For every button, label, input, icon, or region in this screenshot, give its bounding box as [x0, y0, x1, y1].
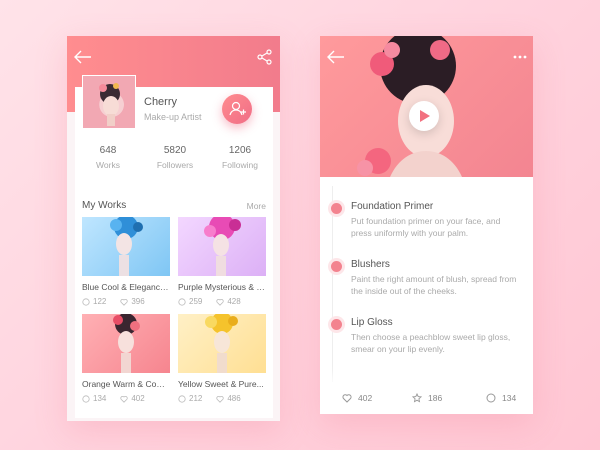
step-description: Paint the right amount of blush, spread …: [351, 274, 517, 296]
work-thumbnail: [178, 217, 266, 276]
like-count: 396: [131, 297, 145, 306]
like-count: 428: [227, 297, 241, 306]
comment-count: 122: [93, 297, 107, 306]
favorite-button[interactable]: 186: [412, 393, 442, 403]
favorite-count: 186: [428, 393, 443, 403]
work-thumbnail: [82, 217, 170, 276]
work-meta: 212 486: [178, 394, 266, 403]
comment-count: 134: [502, 393, 517, 403]
work-card[interactable]: Yellow Sweet & Pure... 212 486: [178, 314, 266, 403]
comment-count: 134: [93, 394, 107, 403]
stat-value: 648: [99, 145, 117, 156]
comment-icon: [82, 394, 90, 403]
comment-button[interactable]: 134: [486, 393, 516, 403]
work-title: Yellow Sweet & Pure...: [178, 379, 264, 389]
like-count: 402: [358, 393, 373, 403]
step-name: Blushers: [351, 259, 390, 270]
action-bar: 402 186 134: [320, 382, 533, 414]
work-title: Purple Mysterious & m...: [178, 282, 266, 292]
step-description: Put foundation primer on your face, and …: [351, 216, 501, 238]
stat-label: Followers: [156, 160, 194, 170]
my-works-section: My Works More Blue Cool & Elegance... 12…: [75, 192, 273, 418]
comment-icon: [486, 393, 496, 403]
profile-role: Make-up Artist: [144, 112, 202, 122]
more-link[interactable]: More: [247, 201, 266, 211]
heart-icon: [342, 394, 352, 403]
tutorial-screen: Foundation Primer Put foundation primer …: [320, 36, 533, 414]
back-arrow-icon[interactable]: [327, 50, 345, 64]
like-button[interactable]: 402: [342, 393, 372, 403]
comment-icon: [178, 297, 186, 306]
comment-icon: [82, 297, 90, 306]
add-friend-button[interactable]: [222, 94, 252, 124]
foundation-icon: [328, 200, 345, 217]
comment-count: 259: [189, 297, 203, 306]
star-icon: [412, 393, 422, 403]
add-user-icon: [229, 101, 246, 116]
blusher-icon: [328, 258, 345, 275]
step-name: Lip Gloss: [351, 317, 393, 328]
step-name: Foundation Primer: [351, 201, 434, 212]
comment-icon: [178, 394, 186, 403]
share-icon[interactable]: [257, 49, 273, 65]
work-card[interactable]: Purple Mysterious & m... 259 428: [178, 217, 266, 306]
avatar[interactable]: [82, 75, 136, 129]
stat-works[interactable]: 648 Works: [83, 145, 133, 170]
work-title: Blue Cool & Elegance...: [82, 282, 170, 292]
work-thumbnail: [178, 314, 266, 373]
work-thumbnail: [82, 314, 170, 373]
stat-label: Following: [222, 160, 258, 170]
heart-icon: [120, 298, 128, 306]
work-meta: 259 428: [178, 297, 266, 306]
stat-followers[interactable]: 5820 Followers: [150, 145, 200, 170]
lip-gloss-icon: [328, 316, 345, 333]
section-title: My Works: [82, 200, 127, 211]
stat-label: Works: [96, 160, 120, 170]
work-title: Orange Warm & Comf...: [82, 379, 170, 389]
step-description: Then choose a peachblow sweet lip gloss,…: [351, 332, 511, 354]
work-meta: 134 402: [82, 394, 170, 403]
work-card[interactable]: Blue Cool & Elegance... 122 396: [82, 217, 170, 306]
profile-screen: Cherry Make-up Artist 648 Works 5820 Fol…: [67, 36, 280, 421]
heart-icon: [120, 395, 128, 403]
like-count: 402: [131, 394, 145, 403]
play-button[interactable]: [409, 101, 439, 131]
profile-name: Cherry: [144, 96, 178, 108]
stat-following[interactable]: 1206 Following: [215, 145, 265, 170]
work-meta: 122 396: [82, 297, 170, 306]
work-card[interactable]: Orange Warm & Comf... 134 402: [82, 314, 170, 403]
video-hero: [320, 36, 533, 177]
heart-icon: [216, 298, 224, 306]
play-icon: [420, 110, 430, 122]
stat-value: 5820: [163, 145, 187, 156]
more-options-icon[interactable]: [513, 55, 527, 59]
like-count: 486: [227, 394, 241, 403]
stat-value: 1206: [228, 145, 252, 156]
back-arrow-icon[interactable]: [74, 50, 92, 64]
heart-icon: [216, 395, 224, 403]
comment-count: 212: [189, 394, 203, 403]
